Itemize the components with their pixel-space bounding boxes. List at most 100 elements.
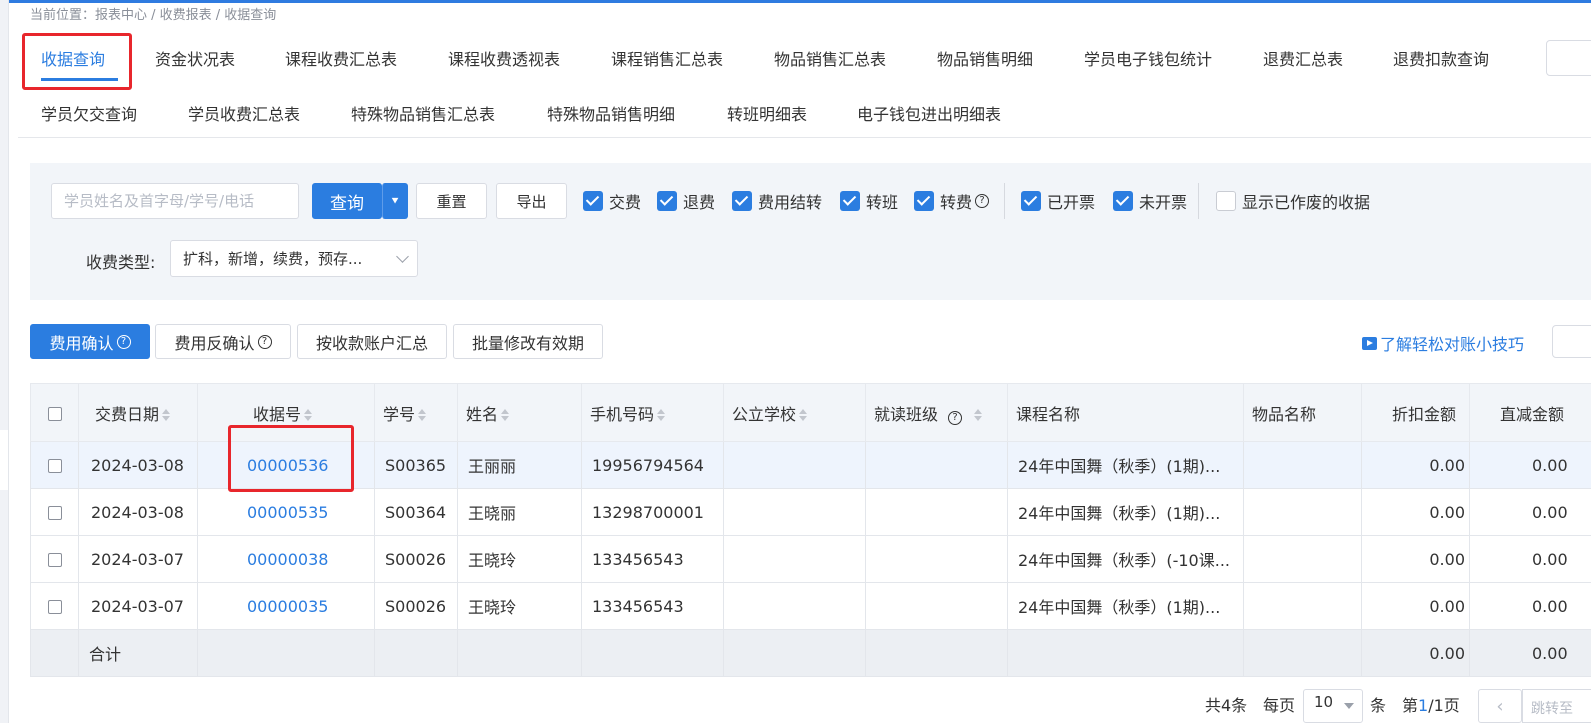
receipt-link[interactable]: 00000038 <box>247 550 328 569</box>
row-checkbox[interactable] <box>47 553 62 567</box>
sort-icon[interactable] <box>657 409 666 421</box>
pager-current-page: 1 <box>1418 696 1429 715</box>
row-checkbox[interactable] <box>47 506 62 520</box>
checkbox-fee-carryover[interactable]: 费用结转 <box>732 188 822 214</box>
checkbox-refund[interactable]: 退费 <box>657 188 715 214</box>
summary-empty-cell <box>1243 629 1362 677</box>
class-cell <box>865 535 1008 583</box>
sort-icon[interactable] <box>501 409 510 421</box>
tab-refund-deduction[interactable]: 退费扣款查询 <box>1393 46 1489 70</box>
filter-separator <box>1198 183 1199 219</box>
reset-button[interactable]: 重置 <box>416 183 487 219</box>
row-checkbox[interactable] <box>47 600 62 614</box>
table-row[interactable]: 2024-03-08 00000535 S00364 王晓丽 132987000… <box>30 488 1591 536</box>
tab-refund-summary[interactable]: 退费汇总表 <box>1263 46 1343 70</box>
col-receipt[interactable]: 收据号 <box>197 383 375 442</box>
tab-fund-status[interactable]: 资金状况表 <box>155 46 235 70</box>
query-button[interactable]: 查询 <box>312 183 382 219</box>
row-select-cell[interactable] <box>30 582 79 630</box>
app-root: 当前位置：报表中心 / 收费报表 / 收据查询 收据查询 资金状况表 课程收费汇… <box>0 0 1591 723</box>
checkbox-label: 转班 <box>866 193 899 212</box>
checkbox-icon <box>914 191 934 211</box>
select-all-checkbox[interactable] <box>47 406 62 421</box>
row-select-cell[interactable] <box>30 441 79 489</box>
col-class[interactable]: 就读班级? <box>865 383 1008 442</box>
col-school[interactable]: 公立学校 <box>723 383 866 442</box>
checkbox-class-transfer[interactable]: 转班 <box>840 188 898 214</box>
receipt-link[interactable]: 00000535 <box>247 503 328 522</box>
tab-receipt-query[interactable]: 收据查询 <box>41 46 105 70</box>
col-name[interactable]: 姓名 <box>457 383 582 442</box>
checkbox-not-invoiced[interactable]: 未开票 <box>1113 188 1187 214</box>
checkbox-icon <box>1113 191 1133 211</box>
summary-by-account-button[interactable]: 按收款账户汇总 <box>297 324 447 359</box>
fee-type-select[interactable]: 扩科，新增，续费，预存... <box>170 240 418 277</box>
settings-button[interactable] <box>1552 325 1591 358</box>
col-item-label: 物品名称 <box>1252 404 1317 424</box>
tab-scroll-button[interactable] <box>1546 40 1591 76</box>
row-select-cell[interactable] <box>30 488 79 536</box>
batch-edit-validity-button[interactable]: 批量修改有效期 <box>453 324 603 359</box>
checkbox-icon <box>1021 191 1041 211</box>
sort-icon[interactable] <box>974 409 983 421</box>
tab-student-arrears[interactable]: 学员欠交查询 <box>41 101 137 125</box>
reconcile-tips-link[interactable]: 了解轻松对账小技巧 <box>1362 331 1524 355</box>
checkbox-payment[interactable]: 交费 <box>583 188 641 214</box>
summary-empty-cell <box>197 629 375 677</box>
tab-course-fee-pivot[interactable]: 课程收费透视表 <box>448 46 560 70</box>
summary-empty-cell <box>865 629 1008 677</box>
receipt-link[interactable]: 00000035 <box>247 597 328 616</box>
col-phone[interactable]: 手机号码 <box>581 383 724 442</box>
table-row[interactable]: 2024-03-08 00000536 S00365 王丽丽 199567945… <box>30 441 1591 489</box>
sort-icon[interactable] <box>162 409 171 421</box>
chevron-left-icon: ‹ <box>1496 695 1504 717</box>
page-size-select[interactable]: 10 <box>1303 689 1363 723</box>
tab-course-fee-summary[interactable]: 课程收费汇总表 <box>285 46 397 70</box>
summary-empty-cell <box>1007 629 1244 677</box>
checkbox-label: 退费 <box>683 193 716 212</box>
checkbox-label: 显示已作废的收据 <box>1242 193 1371 212</box>
checkbox-icon <box>583 191 603 211</box>
col-date[interactable]: 交费日期 <box>78 383 198 442</box>
receipt-link[interactable]: 00000536 <box>247 456 328 475</box>
checkbox-show-voided[interactable]: 显示已作废的收据 <box>1216 188 1370 214</box>
sort-icon[interactable] <box>418 409 427 421</box>
tab-special-item-detail[interactable]: 特殊物品销售明细 <box>547 101 675 125</box>
video-play-icon <box>1362 336 1377 350</box>
row-checkbox[interactable] <box>47 459 62 473</box>
export-button[interactable]: 导出 <box>496 183 567 219</box>
tab-special-item-summary[interactable]: 特殊物品销售汇总表 <box>351 101 495 125</box>
fee-confirm-button[interactable]: 费用确认? <box>30 324 150 359</box>
sort-icon[interactable] <box>799 409 808 421</box>
tab-wallet-stats[interactable]: 学员电子钱包统计 <box>1084 46 1212 70</box>
row-select-cell[interactable] <box>30 535 79 583</box>
col-student-id[interactable]: 学号 <box>374 383 458 442</box>
help-icon[interactable]: ? <box>948 410 963 425</box>
fee-unconfirm-label: 费用反确认 <box>174 333 255 353</box>
fee-unconfirm-button[interactable]: 费用反确认? <box>155 324 291 359</box>
tab-class-transfer[interactable]: 转班明细表 <box>727 101 807 125</box>
prev-page-button[interactable]: ‹ <box>1478 689 1522 723</box>
tab-wallet-flow[interactable]: 电子钱包进出明细表 <box>857 101 1001 125</box>
class-cell <box>865 441 1008 489</box>
summary-empty-cell <box>723 629 866 677</box>
student-search-input[interactable] <box>51 183 299 219</box>
sidebar-collapse-notch[interactable] <box>0 430 8 490</box>
sort-icon[interactable] <box>304 409 313 421</box>
col-class-label: 就读班级 <box>874 404 939 424</box>
help-icon[interactable]: ? <box>975 194 990 208</box>
table-row[interactable]: 2024-03-07 00000035 S00026 王晓玲 133456543… <box>30 582 1591 630</box>
checkbox-fee-transfer[interactable]: 转费? <box>914 188 990 214</box>
table-row[interactable]: 2024-03-07 00000038 S00026 王晓玲 133456543… <box>30 535 1591 583</box>
name-cell: 王晓玲 <box>457 535 582 583</box>
tab-item-sales-detail[interactable]: 物品销售明细 <box>937 46 1033 70</box>
tab-student-fee-summary[interactable]: 学员收费汇总表 <box>188 101 300 125</box>
jump-to-page-input[interactable]: 跳转至 <box>1522 689 1591 723</box>
tab-course-sales-summary[interactable]: 课程销售汇总表 <box>611 46 723 70</box>
select-all-cell[interactable] <box>30 383 79 442</box>
checkbox-invoiced[interactable]: 已开票 <box>1021 188 1095 214</box>
help-icon: ? <box>257 334 272 349</box>
tab-item-sales-summary[interactable]: 物品销售汇总表 <box>774 46 886 70</box>
active-tab-underline <box>41 78 118 81</box>
query-options-chevron-icon[interactable]: ⯆ <box>382 183 408 219</box>
